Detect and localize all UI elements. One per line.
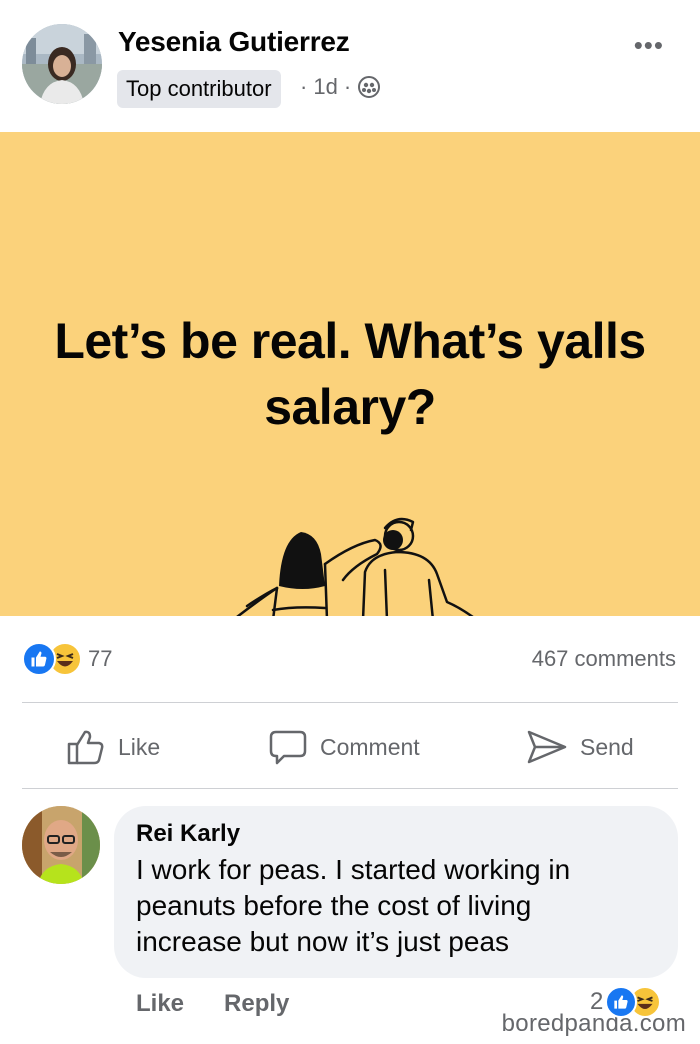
post-timestamp[interactable]: 1d (313, 74, 337, 100)
more-options-button[interactable]: ••• (634, 30, 664, 61)
post-image[interactable]: Let’s be real. What’s yalls salary? (0, 132, 700, 616)
post-meta: · 1d · (300, 74, 381, 100)
top-contributor-badge[interactable]: Top contributor (117, 70, 281, 108)
comments-count[interactable]: 467 comments (532, 646, 676, 672)
send-label: Send (580, 733, 634, 760)
like-button[interactable]: Like (66, 722, 160, 772)
friends-illustration (236, 517, 474, 616)
comment-button[interactable]: Comment (268, 722, 420, 772)
reaction-count: 77 (88, 646, 113, 671)
comment-icon (268, 727, 308, 767)
meta-separator: · (300, 74, 308, 99)
comment-like-button[interactable]: Like (136, 990, 184, 1018)
reactions-summary[interactable]: 77 (22, 642, 112, 676)
comment-text: I work for peas. I started working in pe… (136, 854, 571, 957)
divider (22, 788, 678, 789)
commenter-name[interactable]: Rei Karly (136, 820, 656, 848)
comment-actions: Like Reply (136, 990, 289, 1018)
comment-bubble: Rei Karly I work for peas. I started wor… (114, 806, 678, 978)
send-icon (526, 727, 568, 767)
thumbs-up-icon (66, 727, 106, 767)
comment-label: Comment (320, 733, 420, 760)
meta-separator: · (343, 74, 352, 99)
divider (22, 702, 678, 703)
post-header: Yesenia Gutierrez Top contributor · 1d ·… (0, 0, 700, 132)
author-name[interactable]: Yesenia Gutierrez (118, 26, 350, 58)
send-button[interactable]: Send (526, 722, 634, 772)
author-avatar[interactable] (22, 24, 102, 104)
like-label: Like (118, 733, 161, 760)
commenter-avatar[interactable] (22, 806, 100, 884)
post-image-text: Let’s be real. What’s yalls salary? (54, 313, 646, 435)
friends-icon (357, 75, 381, 99)
like-reaction-icon (22, 642, 56, 676)
comment-reply-button[interactable]: Reply (224, 990, 289, 1018)
